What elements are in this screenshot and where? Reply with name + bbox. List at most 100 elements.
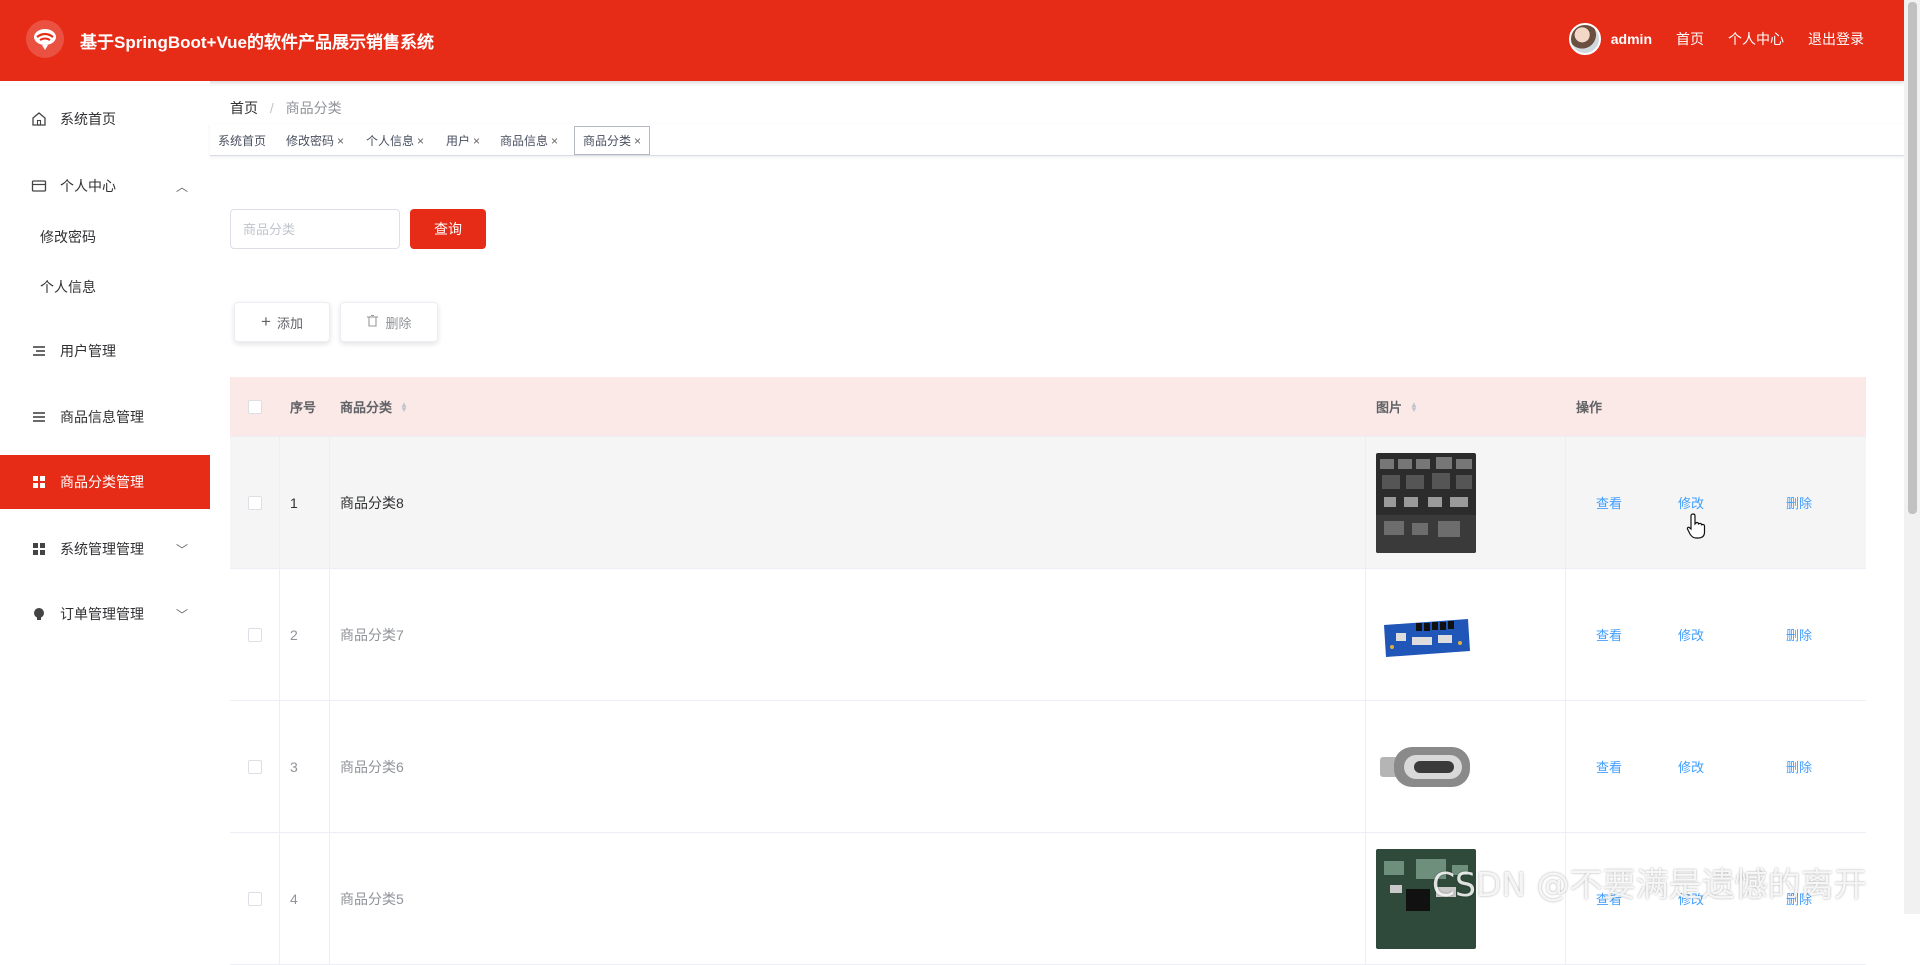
list-icon (30, 342, 48, 360)
delete-button-label: 删除 (385, 315, 412, 331)
close-icon[interactable]: × (551, 134, 558, 148)
table-row: 3 商品分类6 查看 修改 删除 (230, 701, 1866, 833)
breadcrumb-separator: / (269, 100, 274, 116)
chevron-down-icon: ﹀ (175, 542, 188, 557)
trash-icon (366, 314, 379, 330)
add-button-label: 添加 (276, 315, 303, 331)
watermark: CSDN @不要满是遗憾的离开 (1432, 865, 1867, 904)
sidebar-item-home[interactable]: 系统首页 (0, 92, 210, 146)
view-link[interactable]: 查看 (1596, 493, 1622, 512)
top-header: 基于SpringBoot+Vue的软件产品展示销售系统 admin 首页 个人中… (0, 0, 1904, 81)
scrollbar-thumb[interactable] (1908, 2, 1917, 514)
row-category: 商品分类5 (330, 833, 1366, 964)
row-actions: 查看 修改 删除 (1566, 437, 1866, 568)
header-logout-link[interactable]: 退出登录 (1808, 29, 1864, 49)
sidebar-item-system-mgmt[interactable]: 系统管理管理 ﹀ (0, 522, 210, 576)
select-all-checkbox[interactable] (247, 399, 262, 414)
header-index: 序号 (280, 377, 330, 436)
row-index: 1 (280, 437, 330, 568)
product-image[interactable] (1376, 716, 1476, 817)
header-actions-label: 操作 (1576, 400, 1603, 415)
delete-link[interactable]: 删除 (1786, 493, 1812, 512)
category-search-input[interactable] (230, 209, 400, 249)
close-icon[interactable]: × (417, 134, 424, 148)
sidebar-item-label: 修改密码 (40, 229, 96, 245)
header-home-link[interactable]: 首页 (1676, 29, 1704, 49)
edit-link[interactable]: 修改 (1678, 757, 1704, 776)
row-category: 商品分类7 (330, 569, 1366, 700)
tab-product-info[interactable]: 商品信息 × (492, 126, 566, 155)
query-button[interactable]: 查询 (410, 209, 486, 249)
edit-link[interactable]: 修改 (1678, 625, 1704, 644)
close-icon[interactable]: × (634, 134, 641, 148)
row-index: 4 (280, 833, 330, 964)
product-image[interactable] (1376, 584, 1476, 685)
row-image-cell (1366, 569, 1566, 700)
home-icon (30, 110, 48, 128)
add-button[interactable]: + 添加 (234, 302, 330, 342)
menu-icon (30, 408, 48, 426)
chevron-down-icon: ﹀ (175, 607, 188, 622)
view-link[interactable]: 查看 (1596, 757, 1622, 776)
grid-icon (30, 473, 48, 491)
edit-link[interactable]: 修改 (1678, 493, 1704, 512)
row-actions: 查看 修改 删除 (1566, 569, 1866, 700)
row-image-cell (1366, 701, 1566, 832)
row-category: 商品分类8 (330, 437, 1366, 568)
sidebar-item-personal-center[interactable]: 个人中心 ︿ (0, 159, 210, 213)
sidebar-item-label: 个人信息 (40, 279, 96, 295)
header-personal-center-link[interactable]: 个人中心 (1728, 29, 1784, 49)
header-select-all-cell (230, 377, 280, 436)
tab-label: 系统首页 (218, 134, 267, 148)
table-row: 2 商品分类7 查看 修改 删除 (230, 569, 1866, 701)
grid-icon (30, 540, 48, 558)
sidebar-item-product-info-mgmt[interactable]: 商品信息管理 (0, 390, 210, 444)
avatar[interactable] (1568, 23, 1601, 55)
product-image[interactable] (1376, 452, 1476, 553)
row-select-cell (230, 701, 280, 832)
row-checkbox[interactable] (247, 891, 262, 906)
sidebar-item-product-category-mgmt[interactable]: 商品分类管理 (0, 455, 210, 509)
row-actions: 查看 修改 删除 (1566, 701, 1866, 832)
delete-button[interactable]: 删除 (340, 302, 438, 342)
tab-user[interactable]: 用户 × (438, 126, 488, 155)
row-image-cell (1366, 437, 1566, 568)
tab-label: 用户 (446, 134, 471, 148)
row-index: 3 (280, 701, 330, 832)
tab-label: 商品分类 (583, 134, 632, 148)
app-logo-icon (26, 20, 64, 58)
close-icon[interactable]: × (337, 134, 344, 148)
sort-icon[interactable]: ▲ ▼ (400, 400, 408, 413)
breadcrumb: 首页 / 商品分类 (230, 98, 342, 118)
plus-icon: + (261, 312, 271, 331)
user-info[interactable]: admin (1568, 23, 1652, 55)
sort-icon[interactable]: ▲ ▼ (1410, 400, 1418, 413)
sidebar-item-label: 商品分类管理 (60, 474, 144, 490)
tab-label: 商品信息 (500, 134, 549, 148)
tab-system-home[interactable]: 系统首页 (210, 126, 274, 155)
sidebar-subitem-personal-info[interactable]: 个人信息 (0, 263, 210, 311)
header-category-label: 商品分类 (340, 400, 393, 415)
tags-view: 系统首页 修改密码 × 个人信息 × 用户 × 商品信息 × 商品分类 × (210, 124, 1904, 156)
delete-link[interactable]: 删除 (1786, 625, 1812, 644)
breadcrumb-home[interactable]: 首页 (230, 100, 258, 116)
tab-personal-info[interactable]: 个人信息 × (358, 126, 432, 155)
row-checkbox[interactable] (247, 759, 262, 774)
delete-link[interactable]: 删除 (1786, 757, 1812, 776)
sidebar-item-label: 订单管理管理 (60, 606, 144, 622)
sidebar-item-order-mgmt[interactable]: 订单管理管理 ﹀ (0, 587, 210, 641)
sidebar-item-user-mgmt[interactable]: 用户管理 (0, 324, 210, 378)
row-checkbox[interactable] (247, 495, 262, 510)
row-checkbox[interactable] (247, 627, 262, 642)
header-category[interactable]: 商品分类 ▲ ▼ (330, 377, 1366, 436)
tab-product-category[interactable]: 商品分类 × (574, 126, 651, 155)
tab-change-password[interactable]: 修改密码 × (278, 126, 352, 155)
close-icon[interactable]: × (473, 134, 480, 148)
query-button-label: 查询 (434, 221, 462, 237)
page-scrollbar[interactable] (1904, 0, 1920, 914)
view-link[interactable]: 查看 (1596, 625, 1622, 644)
header-image[interactable]: 图片 ▲ ▼ (1366, 377, 1566, 436)
row-category: 商品分类6 (330, 701, 1366, 832)
sidebar-subitem-change-password[interactable]: 修改密码 (0, 213, 210, 261)
header-actions: admin 首页 个人中心 退出登录 (1568, 0, 1864, 78)
